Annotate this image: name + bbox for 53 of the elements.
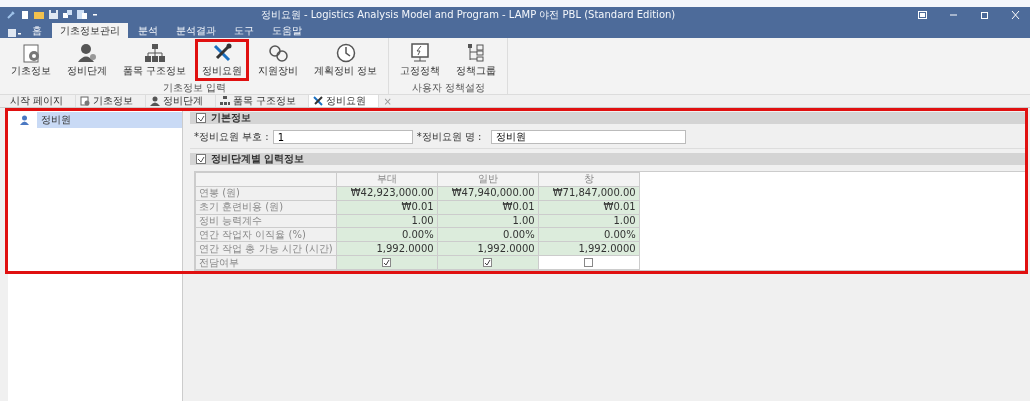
ribbon-button[interactable]: 계획정비 정보 <box>307 39 385 81</box>
person-icon <box>20 115 29 125</box>
menu-tab[interactable]: 도구 <box>226 23 262 38</box>
ribbon-button[interactable]: 고정정책 <box>393 39 448 81</box>
ribbon-button[interactable]: 지원장비 <box>251 39 306 81</box>
input-field[interactable]: 1 <box>272 130 413 144</box>
section-title: 기본정보 <box>211 111 251 125</box>
restore-layout-icon[interactable] <box>918 10 927 19</box>
save-icon <box>49 10 58 19</box>
close-icon[interactable] <box>1011 10 1020 19</box>
menu-tab[interactable]: 분석결과 <box>168 23 224 38</box>
checkbox[interactable] <box>382 258 392 268</box>
ribbon-button[interactable]: 품목 구조정보 <box>116 39 194 81</box>
hierarchy-icon <box>144 43 165 63</box>
person-icon <box>150 96 161 106</box>
menu-tab[interactable]: 도움말 <box>264 23 310 38</box>
column-header: 일반 <box>437 172 539 187</box>
checkbox[interactable] <box>584 258 594 268</box>
dropdown-icon <box>92 11 98 18</box>
tree-item[interactable]: 정비원 <box>37 112 182 128</box>
ribbon-button[interactable]: 정책그룹 <box>449 39 504 81</box>
form-icon <box>196 154 206 164</box>
ribbon-button[interactable]: 정비요원 <box>195 39 250 81</box>
person-gear-icon <box>77 43 97 63</box>
monitor-lightning-icon <box>410 43 431 63</box>
ribbon-button[interactable]: 기초정보 <box>4 39 58 81</box>
wrench-screwdriver-icon <box>212 43 233 63</box>
check-icon <box>383 259 391 267</box>
hierarchy-icon <box>220 96 231 106</box>
column-header: 부대 <box>336 172 438 187</box>
form-icon <box>196 113 206 123</box>
document-icon <box>77 10 87 19</box>
checkbox[interactable] <box>483 258 493 268</box>
maximize-icon[interactable] <box>980 10 989 19</box>
menu-tab[interactable]: 분석 <box>130 23 166 38</box>
tree-list-icon <box>466 43 487 63</box>
window-title: 정비요원 - Logistics Analysis Model and Program - LAMP 야전 PBL (Standard Edition) <box>259 8 677 22</box>
input-field[interactable]: 정비원 <box>491 130 687 144</box>
gear-document-icon <box>21 43 41 63</box>
ribbon-button[interactable]: 정비단계 <box>60 39 114 81</box>
menu-tab[interactable]: 기초정보관리 <box>52 23 128 38</box>
windows-icon <box>63 10 72 19</box>
clock-icon <box>335 43 356 63</box>
field-label: *정비요원 부호 : <box>194 130 269 144</box>
wrench-screwdriver-icon <box>313 96 324 106</box>
field-label: *정비요원 명 : <box>416 130 482 144</box>
new-file-icon <box>21 9 29 20</box>
column-header: 창 <box>538 172 640 187</box>
menu-tab[interactable]: 홈 <box>24 23 50 38</box>
folder-icon <box>34 10 44 19</box>
document-tab[interactable]: 정비요원 <box>309 95 380 107</box>
section-title: 정비단계별 입력정보 <box>211 152 305 166</box>
check-icon <box>484 259 492 267</box>
